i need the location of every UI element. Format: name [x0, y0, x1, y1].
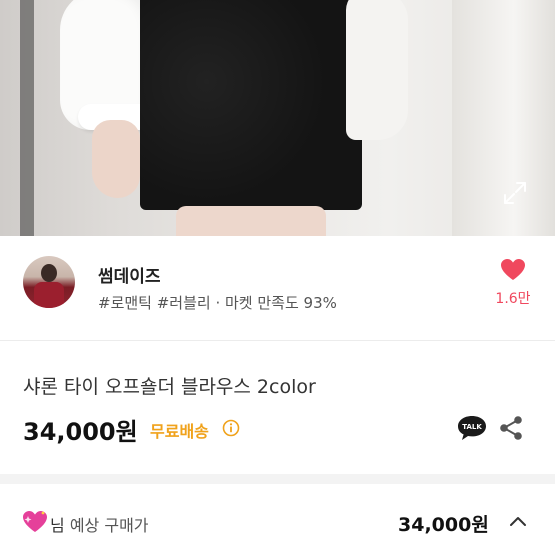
free-shipping-label: 무료배송: [150, 422, 209, 441]
chevron-up-icon[interactable]: [508, 514, 528, 528]
model-hand: [92, 120, 140, 198]
section-divider: [0, 474, 555, 484]
divider: [0, 340, 555, 341]
sparkle-heart-icon: [23, 511, 47, 532]
avatar-head: [41, 264, 57, 282]
estimated-price-label: 님 예상 구매가: [50, 512, 149, 536]
estimated-price: 34,000원: [398, 514, 489, 536]
background-door-frame: [20, 0, 34, 236]
model-skirt: [140, 0, 362, 210]
product-image[interactable]: [0, 0, 555, 236]
talk-icon[interactable]: TALK: [456, 414, 488, 442]
seller-section[interactable]: 썸데이즈 #로맨틱 #러블리 · 마켓 만족도 93% 1.6만: [0, 236, 555, 334]
expand-icon[interactable]: [502, 180, 528, 206]
seller-tags: #로맨틱 #러블리 · 마켓 만족도 93%: [98, 294, 337, 312]
like-button[interactable]: 1.6만: [492, 258, 534, 308]
blouse-sleeve-right: [346, 0, 408, 140]
estimate-name-suffix: 님: [50, 516, 65, 535]
estimate-label: 예상 구매가: [69, 516, 149, 535]
info-icon[interactable]: [222, 419, 240, 437]
share-icon[interactable]: [498, 414, 524, 442]
seller-name[interactable]: 썸데이즈: [98, 262, 161, 287]
product-title: 샤론 타이 오프숄더 블라우스 2color: [23, 376, 316, 398]
model-legs: [176, 206, 326, 236]
avatar-body: [34, 282, 64, 308]
heart-icon: [501, 259, 525, 280]
like-count: 1.6만: [495, 291, 531, 307]
svg-text:TALK: TALK: [462, 423, 482, 431]
estimated-price-row[interactable]: 님 예상 구매가 34,000원: [0, 498, 555, 555]
avatar[interactable]: [23, 256, 75, 308]
product-price: 34,000원: [23, 418, 138, 446]
